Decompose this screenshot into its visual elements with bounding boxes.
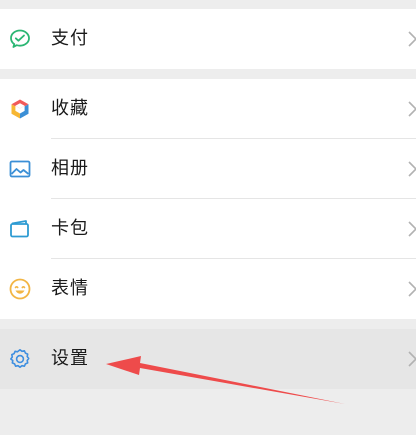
chevron-right-icon — [406, 220, 416, 238]
menu-item-settings-label: 设置 — [51, 348, 89, 369]
chevron-right-icon — [406, 100, 416, 118]
group-spacer — [0, 69, 416, 79]
menu-item-favorites[interactable]: 收藏 — [0, 79, 416, 139]
chevron-right-icon — [406, 350, 416, 368]
menu-group-pay: 支付 — [0, 9, 416, 69]
menu-item-card-wallet-label: 卡包 — [51, 218, 89, 239]
menu-item-album-label: 相册 — [51, 158, 89, 179]
chevron-right-icon — [406, 280, 416, 298]
menu-item-favorites-label: 收藏 — [51, 98, 89, 119]
card-icon — [8, 217, 32, 241]
gear-icon — [8, 347, 32, 371]
menu-item-pay[interactable]: 支付 — [0, 9, 416, 69]
cube-icon — [8, 97, 32, 121]
wallet-check-icon — [8, 27, 32, 51]
menu-item-stickers-label: 表情 — [51, 278, 89, 299]
menu-item-stickers[interactable]: 表情 — [0, 259, 416, 319]
menu-group-settings: 设置 — [0, 329, 416, 389]
menu-group-main: 收藏 相册 卡包 表情 — [0, 79, 416, 319]
group-spacer — [0, 319, 416, 329]
menu-item-settings[interactable]: 设置 — [0, 329, 416, 389]
chevron-right-icon — [406, 30, 416, 48]
menu-item-pay-label: 支付 — [51, 28, 89, 49]
menu-item-card-wallet[interactable]: 卡包 — [0, 199, 416, 259]
photo-icon — [8, 157, 32, 181]
chevron-right-icon — [406, 160, 416, 178]
menu-item-album[interactable]: 相册 — [0, 139, 416, 199]
smiley-icon — [8, 277, 32, 301]
top-spacer — [0, 0, 416, 9]
